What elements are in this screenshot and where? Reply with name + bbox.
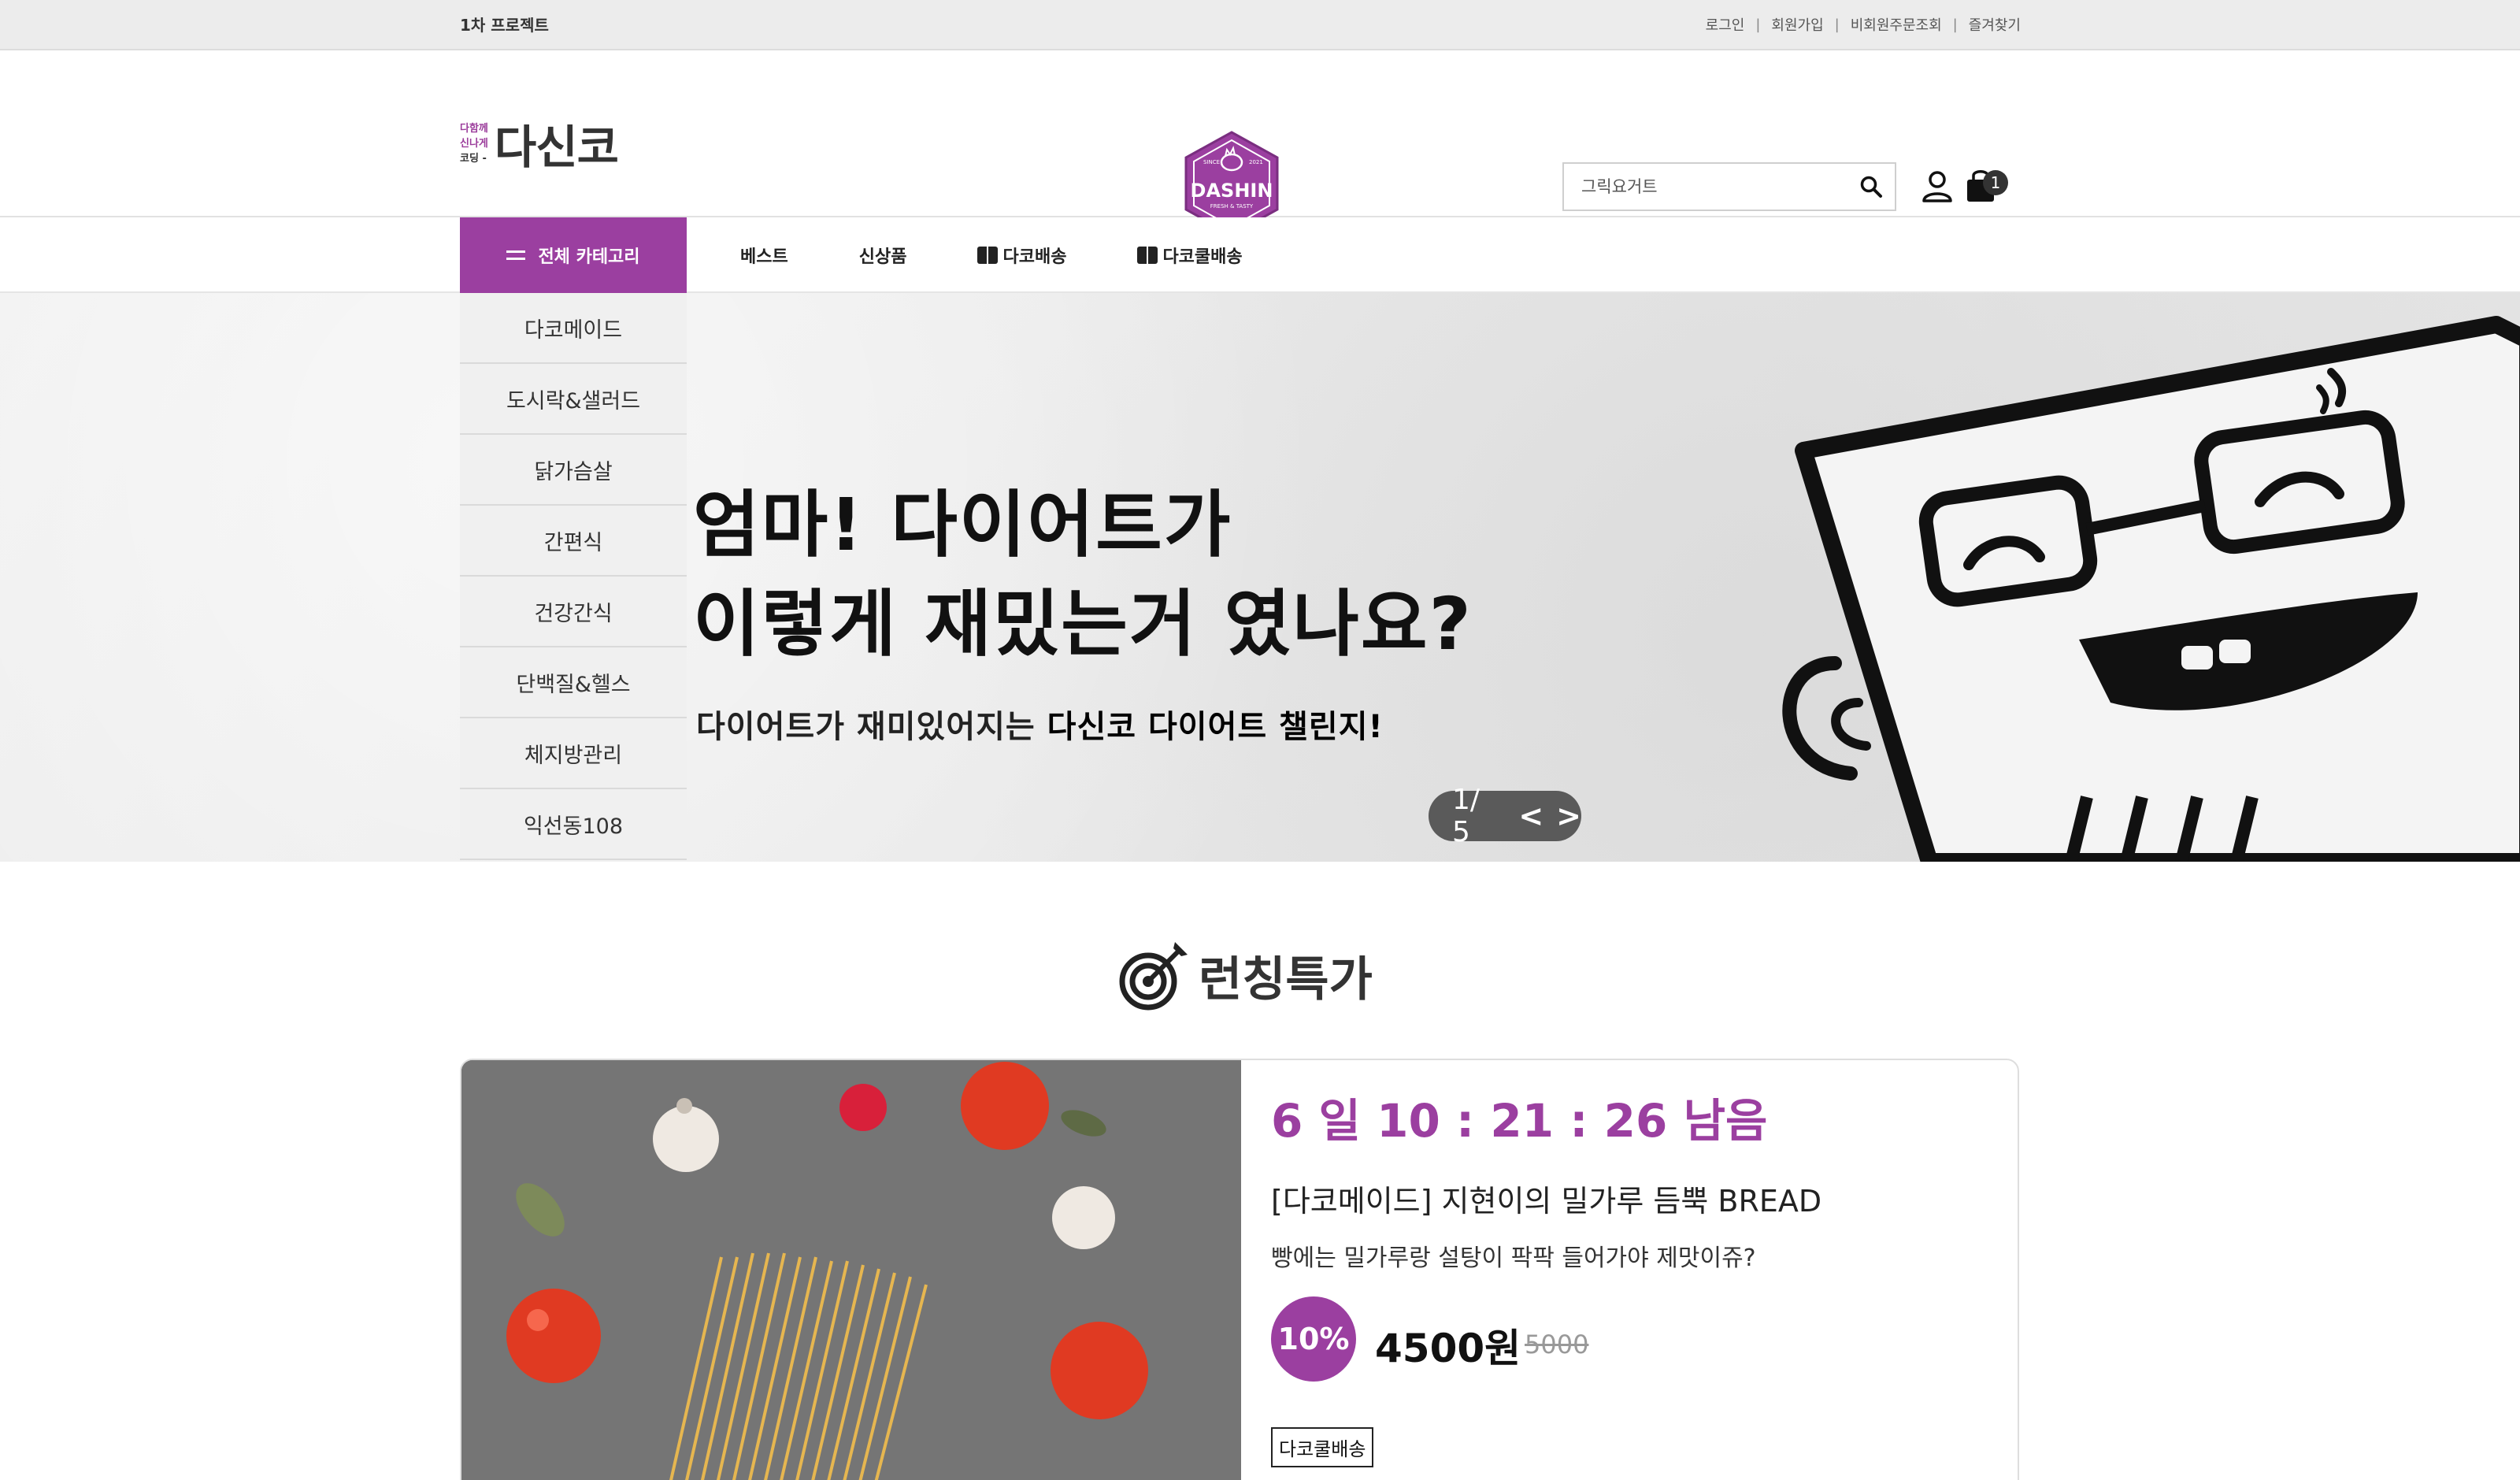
product-name[interactable]: [다코메이드] 지현이의 밀가루 듬뿍 BREAD xyxy=(1271,1177,1821,1220)
banner-subline-plain: 다이어트가 재미있어지는 xyxy=(696,709,1047,745)
hamburger-icon xyxy=(506,250,526,260)
project-label: 1차 프로젝트 xyxy=(460,16,549,35)
category-item-dakomade[interactable]: 다코메이드 xyxy=(460,293,687,364)
box-icon xyxy=(1137,247,1158,264)
guest-order-link[interactable]: 비회원주문조회 xyxy=(1851,14,1942,35)
top-links: 로그인 | 회원가입 | 비회원주문조회 | 즐겨찾기 xyxy=(1706,14,2021,35)
nav-item-label: 다코쿨배송 xyxy=(1162,247,1243,267)
search-input[interactable] xyxy=(1564,164,1847,210)
logo-tagline-line: 신나게 xyxy=(460,137,488,150)
user-icon[interactable] xyxy=(1920,169,1955,203)
separator: | xyxy=(1952,16,1958,33)
header: 다함께 신나게 코딩 - 다신코 SINCE 2021 DASHIN FRESH… xyxy=(0,50,2520,236)
search-box xyxy=(1562,162,1896,211)
nav-item-label: 다코배송 xyxy=(1002,247,1067,267)
search-button[interactable] xyxy=(1847,164,1895,210)
category-item-chicken-breast[interactable]: 닭가슴살 xyxy=(460,435,687,506)
nav-item-best[interactable]: 베스트 xyxy=(740,243,788,268)
nav-item-new[interactable]: 신상품 xyxy=(859,243,907,268)
top-bar: 1차 프로젝트 로그인 | 회원가입 | 비회원주문조회 | 즐겨찾기 xyxy=(0,0,2520,50)
product-description: 빵에는 밀가루랑 설탕이 팍팍 들어가야 제맛이쥬? xyxy=(1271,1244,1756,1272)
box-icon xyxy=(977,247,999,264)
banner-pager: 1/ 5 < > xyxy=(1429,784,1581,848)
emblem-text: DASHIN xyxy=(1191,180,1273,202)
main-nav: 전체 카테고리 베스트 신상품 다코배송 다코쿨배송 xyxy=(0,217,2520,293)
separator: | xyxy=(1834,16,1840,33)
mascot-illustration xyxy=(1782,316,2520,862)
category-item-protein-health[interactable]: 단백질&헬스 xyxy=(460,647,687,718)
banner-subline-bold: 다신코 다이어트 챌린지! xyxy=(1047,709,1384,745)
category-item-healthy-snack[interactable]: 건강간식 xyxy=(460,577,687,647)
deal-title-text: 런칭특가 xyxy=(1199,951,1373,1007)
banner-subline: 다이어트가 재미있어지는 다신코 다이어트 챌린지! xyxy=(696,701,1384,747)
nav-item-dako-delivery[interactable]: 다코배송 xyxy=(977,243,1066,268)
category-item-ikseondong[interactable]: 익선동108 xyxy=(460,789,687,860)
emblem-sub: FRESH & TASTY xyxy=(1210,203,1254,210)
target-icon xyxy=(1119,942,1188,1011)
logo-tagline-line: 다함께 xyxy=(460,122,488,135)
site-logo[interactable]: 다함께 신나게 코딩 - 다신코 xyxy=(460,110,619,176)
search-icon xyxy=(1860,176,1882,198)
login-link[interactable]: 로그인 xyxy=(1706,14,1745,35)
next-slide-button[interactable]: > xyxy=(1556,799,1581,833)
all-categories-button[interactable]: 전체 카테고리 xyxy=(460,217,687,293)
cart-count-badge: 1 xyxy=(1983,170,2008,195)
category-menu: 다코메이드 도시락&샐러드 닭가슴살 간편식 건강간식 단백질&헬스 체지방관리… xyxy=(460,293,687,860)
signup-link[interactable]: 회원가입 xyxy=(1771,14,1823,35)
banner-headline-line: 이렇게 재밌는거 였나요? xyxy=(693,582,1473,666)
prev-slide-button[interactable]: < xyxy=(1518,799,1544,833)
nav-item-dako-cool-delivery[interactable]: 다코쿨배송 xyxy=(1137,243,1243,268)
logo-tagline: 다함께 신나게 코딩 - xyxy=(460,121,488,166)
pager-count: 1/ 5 xyxy=(1452,784,1480,848)
all-categories-label: 전체 카테고리 xyxy=(538,247,640,267)
category-item-body-fat[interactable]: 체지방관리 xyxy=(460,718,687,789)
banner-headline-line: 엄마! 다이어트가 xyxy=(693,483,1232,567)
hero-banner[interactable]: 엄마! 다이어트가 이렇게 재밌는거 였나요? 다이어트가 재미있어지는 다신코… xyxy=(0,293,2520,862)
product-image[interactable] xyxy=(461,1060,1241,1480)
logo-tagline-line: 코딩 - xyxy=(460,152,487,165)
nav-items: 베스트 신상품 다코배송 다코쿨배송 xyxy=(740,217,1314,293)
nav-item-label: 베스트 xyxy=(740,247,788,267)
emblem-since: SINCE xyxy=(1203,159,1220,165)
emblem-year: 2021 xyxy=(1249,159,1263,165)
logo-text: 다신코 xyxy=(494,121,619,174)
bookmark-link[interactable]: 즐겨찾기 xyxy=(1969,14,2021,35)
delivery-tag: 다코쿨배송 xyxy=(1271,1427,1374,1467)
banner-headline: 엄마! 다이어트가 이렇게 재밌는거 였나요? xyxy=(693,476,1473,674)
nav-item-label: 신상품 xyxy=(858,247,907,267)
countdown-timer: 6 일 10 : 21 : 26 남음 xyxy=(1271,1094,1768,1148)
original-price: 5000 xyxy=(1525,1330,1589,1359)
separator: | xyxy=(1755,16,1761,33)
deal-section-title: 런칭특가 xyxy=(1118,939,1373,1011)
deal-card[interactable]: 6 일 10 : 21 : 26 남음 [다코메이드] 지현이의 밀가루 듬뿍 … xyxy=(460,1059,2019,1480)
sale-price: 4500원 xyxy=(1375,1326,1521,1371)
discount-badge: 10% xyxy=(1271,1296,1356,1382)
category-item-lunchbox-salad[interactable]: 도시락&샐러드 xyxy=(460,364,687,435)
category-item-simple-meal[interactable]: 간편식 xyxy=(460,506,687,577)
